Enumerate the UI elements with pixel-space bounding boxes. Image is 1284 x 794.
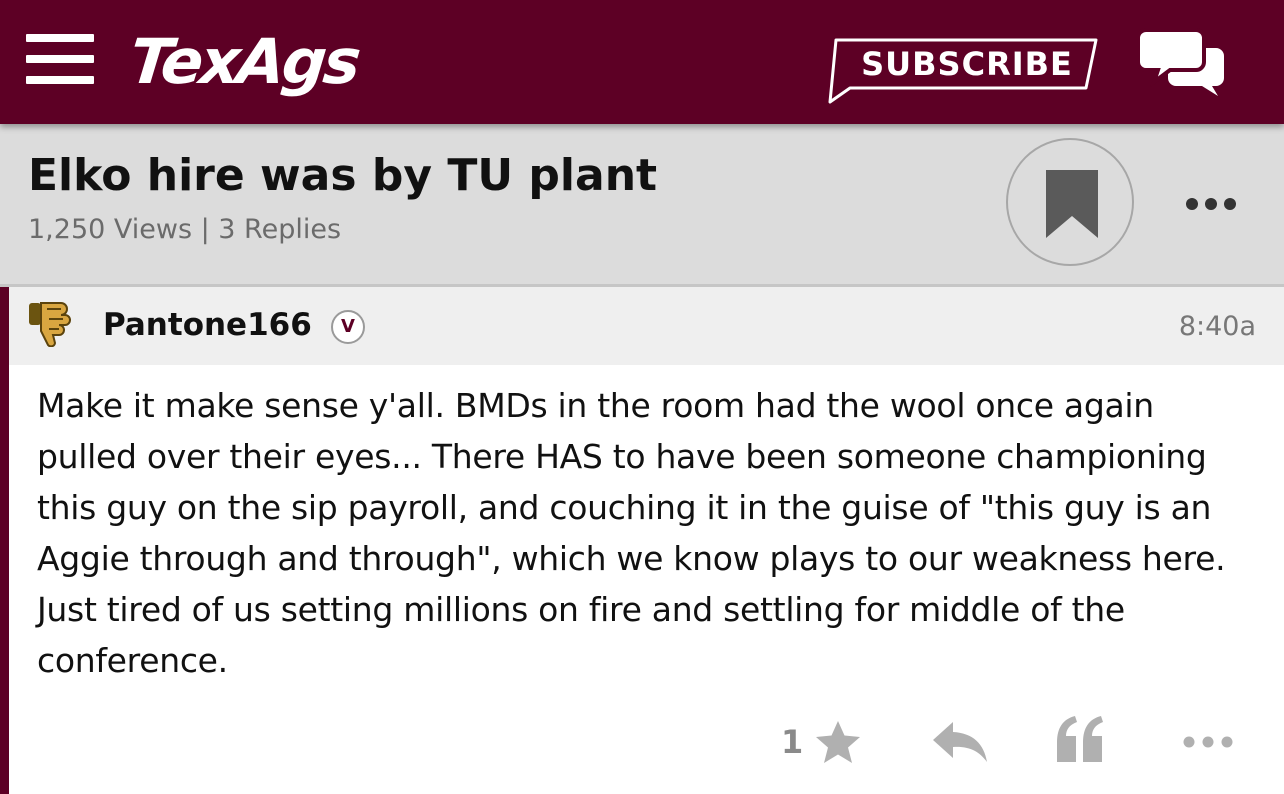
- thread-title: Elko hire was by TU plant: [28, 150, 658, 201]
- verified-badge: V: [331, 310, 365, 344]
- star-count: 1: [781, 723, 804, 761]
- bookmark-icon: [1046, 170, 1098, 238]
- site-logo[interactable]: TexAgs: [126, 22, 362, 102]
- post-body: Make it make sense y'all. BMDs in the ro…: [37, 386, 1226, 680]
- subscribe-label: SUBSCRIBE: [861, 45, 1073, 83]
- chat-bubbles-icon[interactable]: [1136, 28, 1226, 98]
- top-nav-bar: TexAgs SUBSCRIBE: [0, 0, 1284, 124]
- thumbs-down-hand-icon[interactable]: [27, 295, 79, 348]
- thread-stats: 1,250 Views | 3 Replies: [28, 214, 342, 245]
- reply-arrow-icon[interactable]: [931, 720, 989, 764]
- post-timestamp: 8:40a: [1178, 311, 1256, 342]
- star-icon[interactable]: [815, 720, 861, 764]
- post-action-bar: 1: [9, 700, 1284, 786]
- post-accent-stripe: [0, 287, 9, 794]
- thread-more-options-icon[interactable]: [1184, 186, 1240, 222]
- quote-icon[interactable]: [1055, 714, 1105, 764]
- post-header: Pantone166 V 8:40a: [9, 287, 1284, 365]
- thread-header: Elko hire was by TU plant 1,250 Views | …: [0, 124, 1284, 287]
- hamburger-menu-icon[interactable]: [26, 34, 94, 84]
- post-username[interactable]: Pantone166: [103, 303, 312, 347]
- post-more-options-icon[interactable]: [1181, 730, 1237, 754]
- bookmark-button[interactable]: [1006, 138, 1134, 266]
- subscribe-button[interactable]: SUBSCRIBE: [828, 36, 1098, 104]
